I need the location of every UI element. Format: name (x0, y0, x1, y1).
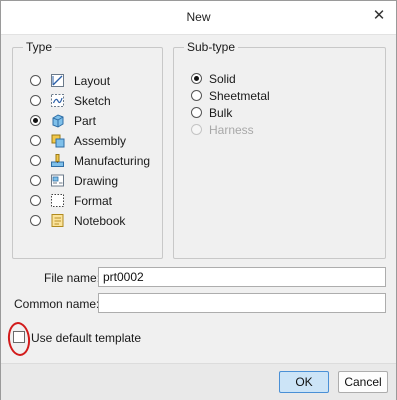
type-option-sketch[interactable]: Sketch (13, 93, 162, 111)
subtype-sheetmetal-label: Sheetmetal (209, 89, 270, 103)
use-default-template-checkbox[interactable] (13, 331, 25, 343)
type-option-notebook[interactable]: Notebook (13, 213, 162, 231)
file-name-label: File name: (44, 271, 101, 285)
use-default-template-label[interactable]: Use default template (31, 331, 141, 345)
type-option-part[interactable]: Part (13, 113, 162, 131)
subtype-harness-label: Harness (209, 123, 254, 137)
notebook-icon (51, 214, 64, 227)
subtype-option-sheetmetal[interactable]: Sheetmetal (174, 88, 385, 106)
subtype-sheetmetal-radio[interactable] (191, 90, 202, 101)
layout-icon (51, 74, 64, 87)
type-group-legend: Type (23, 40, 56, 54)
type-option-assembly[interactable]: Assembly (13, 133, 162, 151)
sketch-icon (51, 94, 64, 107)
subtype-option-bulk[interactable]: Bulk (174, 105, 385, 123)
drawing-icon (51, 174, 64, 187)
close-icon[interactable]: ✕ (371, 8, 387, 24)
subtype-option-solid[interactable]: Solid (174, 71, 385, 89)
common-name-input[interactable] (98, 293, 386, 313)
type-part-label: Part (74, 114, 97, 128)
assembly-icon (51, 134, 65, 148)
type-layout-label: Layout (74, 74, 111, 88)
subtype-solid-label: Solid (209, 72, 236, 86)
type-group: Type Layout Sketch Part Assembly Manufac… (12, 40, 163, 259)
type-drawing-radio[interactable] (30, 175, 41, 186)
type-sketch-radio[interactable] (30, 95, 41, 106)
type-option-drawing[interactable]: Drawing (13, 173, 162, 191)
type-option-manufacturing[interactable]: Manufacturing (13, 153, 162, 171)
type-layout-radio[interactable] (30, 75, 41, 86)
ok-button[interactable]: OK (279, 371, 329, 393)
format-icon (51, 194, 64, 207)
dialog-title: New (186, 10, 211, 24)
type-notebook-radio[interactable] (30, 215, 41, 226)
common-name-label: Common name: (14, 297, 100, 311)
type-notebook-label: Notebook (74, 214, 126, 228)
manufacturing-icon (51, 154, 64, 167)
cancel-button[interactable]: Cancel (338, 371, 388, 393)
type-part-radio[interactable] (30, 115, 41, 126)
subtype-option-harness: Harness (174, 122, 385, 140)
type-sketch-label: Sketch (74, 94, 111, 108)
new-dialog: New ✕ Type Layout Sketch Part Assembly M… (0, 0, 397, 400)
type-drawing-label: Drawing (74, 174, 119, 188)
subtype-bulk-label: Bulk (209, 106, 233, 120)
subtype-bulk-radio[interactable] (191, 107, 202, 118)
type-manufacturing-radio[interactable] (30, 155, 41, 166)
title-bar[interactable]: New ✕ (1, 1, 396, 35)
type-option-format[interactable]: Format (13, 193, 162, 211)
subtype-solid-radio[interactable] (191, 73, 202, 84)
file-name-input[interactable] (98, 267, 386, 287)
subtype-group: Sub-type Solid Sheetmetal Bulk Harness (173, 40, 386, 259)
type-format-radio[interactable] (30, 195, 41, 206)
subtype-group-legend: Sub-type (184, 40, 239, 54)
part-icon (52, 114, 64, 128)
type-assembly-label: Assembly (74, 134, 127, 148)
button-bar: OK Cancel (1, 363, 396, 400)
type-assembly-radio[interactable] (30, 135, 41, 146)
type-manufacturing-label: Manufacturing (74, 154, 151, 168)
type-format-label: Format (74, 194, 113, 208)
type-option-layout[interactable]: Layout (13, 73, 162, 91)
subtype-harness-radio (191, 124, 202, 135)
